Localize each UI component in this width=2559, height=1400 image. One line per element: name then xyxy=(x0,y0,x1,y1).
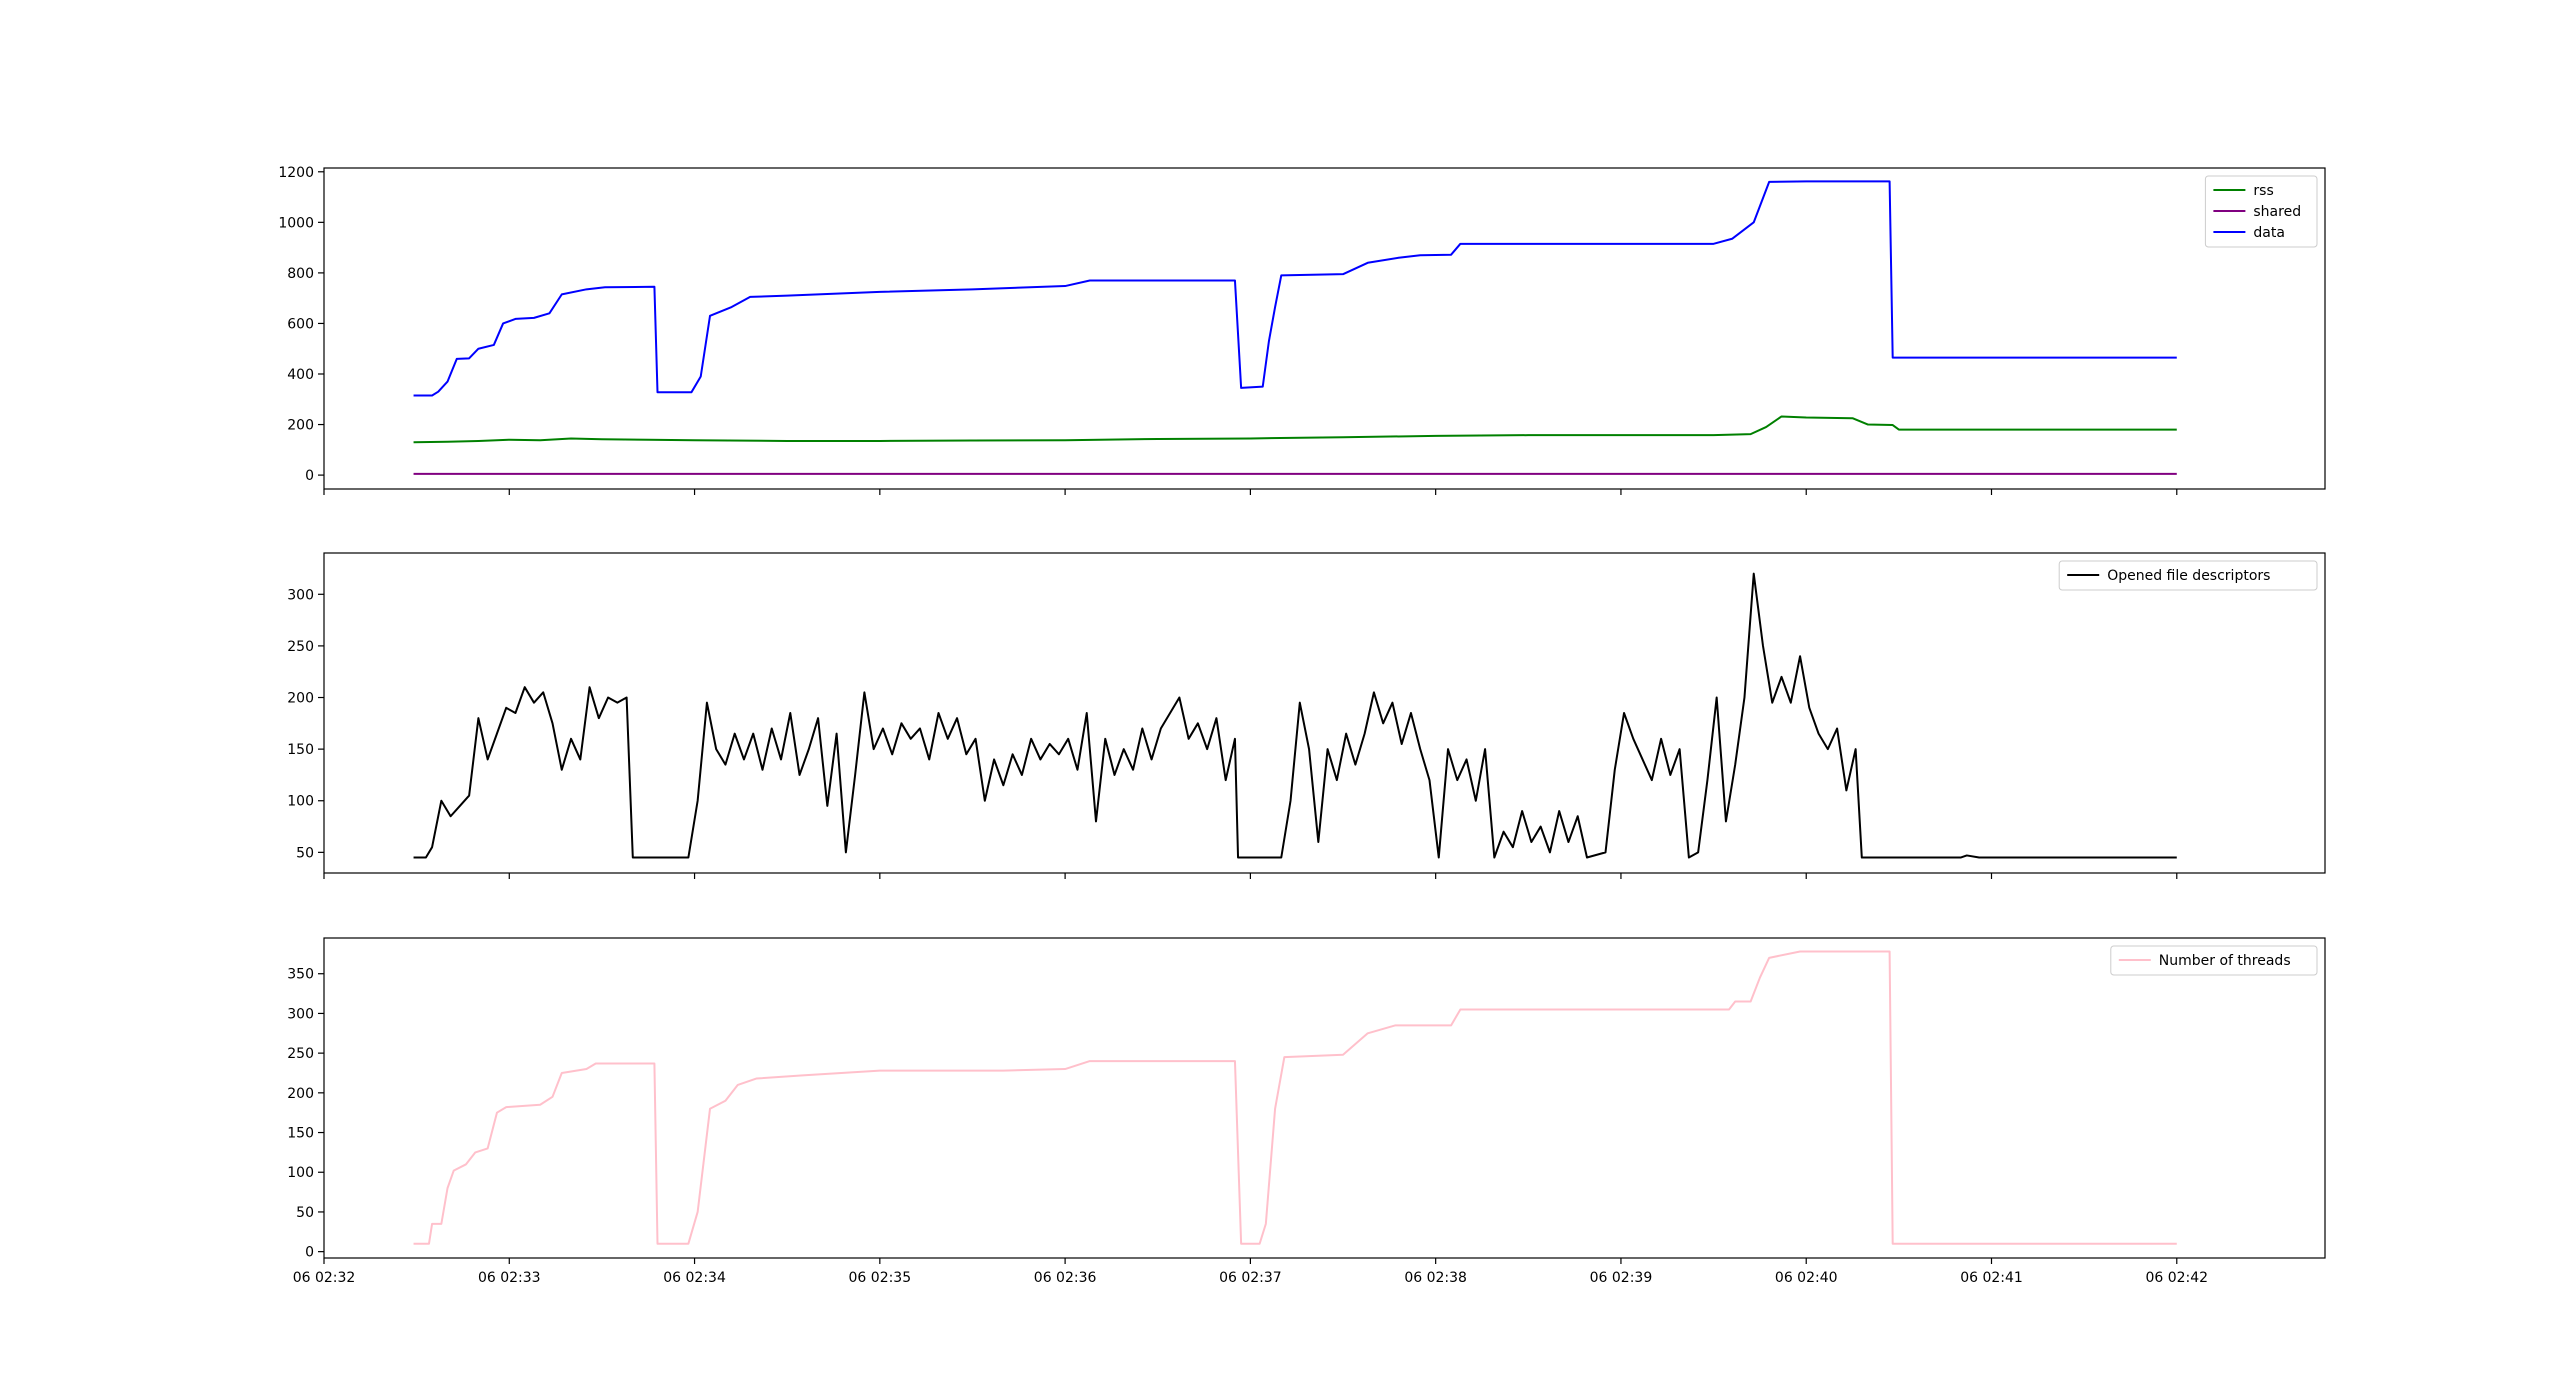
x-tick-label: 06 02:36 xyxy=(1034,1270,1097,1286)
y-tick-label: 1200 xyxy=(278,165,314,181)
series-line-data xyxy=(413,180,2177,397)
y-tick-label: 250 xyxy=(287,639,314,655)
axes-frame xyxy=(323,167,2326,490)
x-tick-label: 06 02:34 xyxy=(663,1270,726,1286)
x-tick-label: 06 02:37 xyxy=(1219,1270,1282,1286)
x-tick-label: 06 02:41 xyxy=(1960,1270,2023,1286)
legend-label-opened-file-descriptors: Opened file descriptors xyxy=(2107,568,2270,584)
x-tick-label: 06 02:35 xyxy=(849,1270,912,1286)
y-tick-label: 600 xyxy=(287,316,314,332)
series-line-number-of-threads xyxy=(413,950,2177,1245)
y-tick-label: 0 xyxy=(305,468,314,484)
y-tick-label: 200 xyxy=(287,691,314,707)
legend-label-number-of-threads: Number of threads xyxy=(2159,953,2291,969)
y-tick-label: 300 xyxy=(287,1006,314,1022)
series-line-rss xyxy=(413,415,2177,444)
figure: 020040060080010001200rssshareddata501001… xyxy=(278,165,2326,1286)
x-tick-label: 06 02:42 xyxy=(2145,1270,2208,1286)
y-tick-label: 350 xyxy=(287,967,314,983)
x-tick-label: 06 02:33 xyxy=(478,1270,541,1286)
x-tick-label: 06 02:40 xyxy=(1775,1270,1838,1286)
x-tick-label: 06 02:39 xyxy=(1590,1270,1653,1286)
y-tick-label: 0 xyxy=(305,1245,314,1261)
legend-label-data: data xyxy=(2253,225,2285,241)
y-tick-label: 800 xyxy=(287,266,314,282)
legend-label-shared: shared xyxy=(2253,204,2301,220)
y-tick-label: 100 xyxy=(287,1165,314,1181)
y-tick-label: 150 xyxy=(287,742,314,758)
y-tick-label: 150 xyxy=(287,1126,314,1142)
x-tick-label: 06 02:32 xyxy=(293,1270,356,1286)
axes-frame xyxy=(323,552,2326,874)
series-line-opened-file-descriptors xyxy=(413,572,2177,859)
y-tick-label: 200 xyxy=(287,1086,314,1102)
y-tick-label: 250 xyxy=(287,1046,314,1062)
y-tick-label: 400 xyxy=(287,367,314,383)
x-tick-label: 06 02:38 xyxy=(1404,1270,1467,1286)
legend-label-rss: rss xyxy=(2253,183,2273,199)
y-tick-label: 50 xyxy=(296,845,314,861)
y-tick-label: 300 xyxy=(287,587,314,603)
y-tick-label: 50 xyxy=(296,1205,314,1221)
axes-frame xyxy=(323,937,2326,1259)
y-tick-label: 100 xyxy=(287,794,314,810)
y-tick-label: 200 xyxy=(287,418,314,434)
y-tick-label: 1000 xyxy=(278,215,314,231)
